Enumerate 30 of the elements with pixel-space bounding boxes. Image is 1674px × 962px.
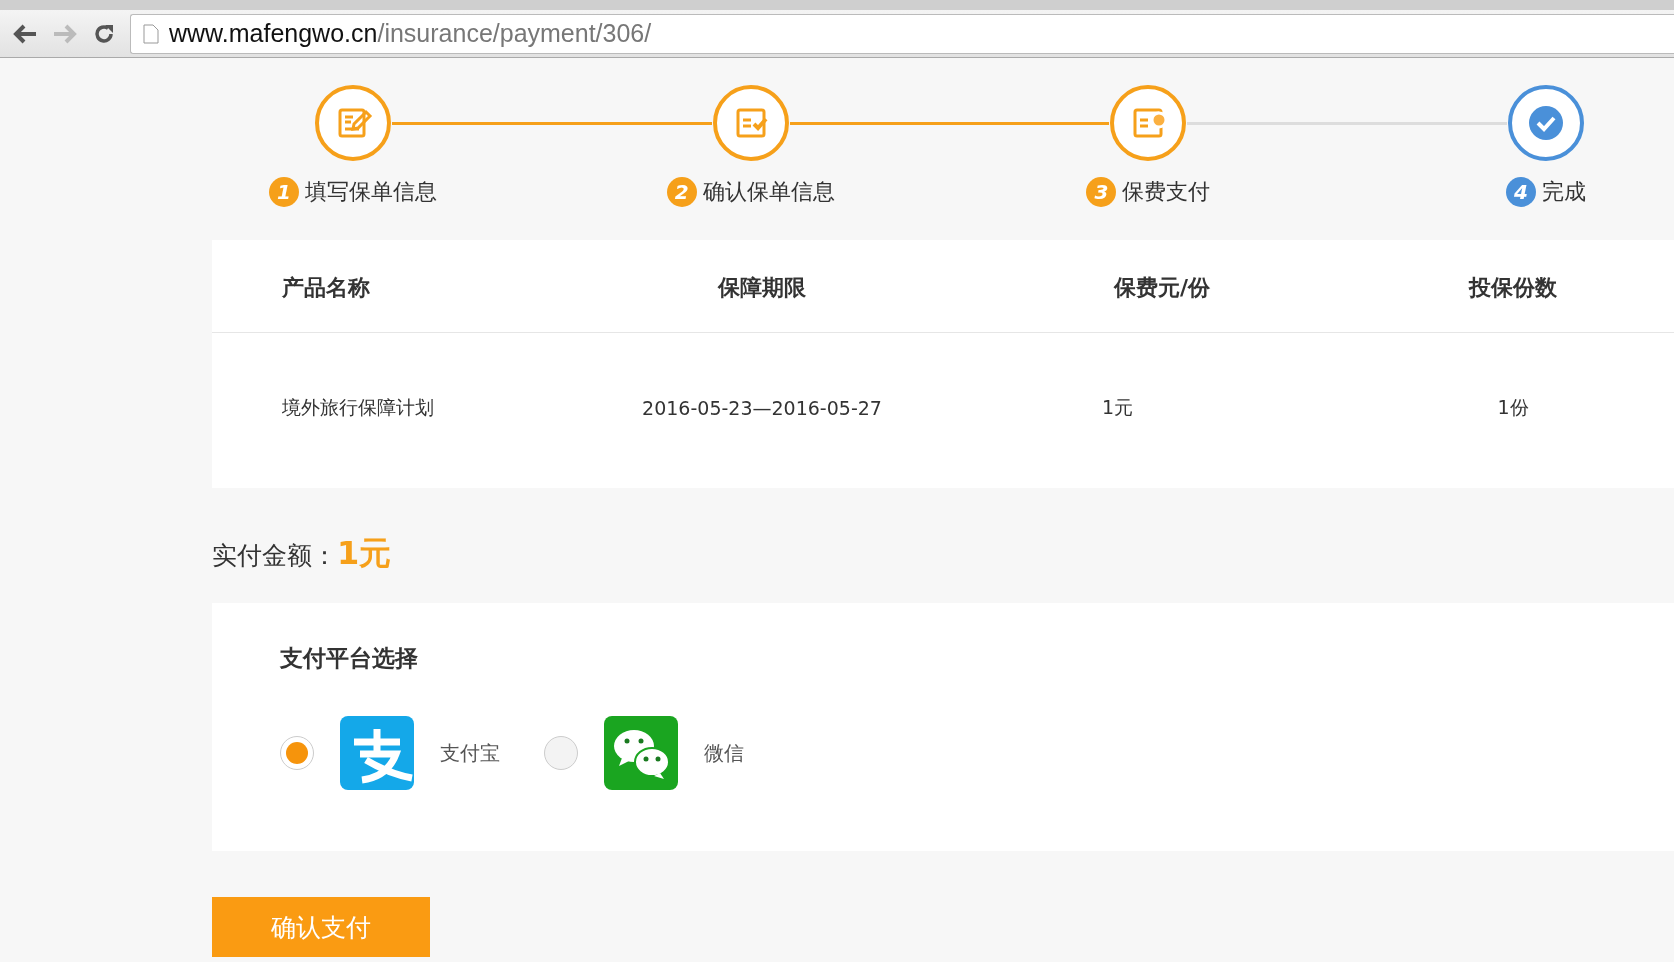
column-header: 投保份数 [1467,274,1558,302]
address-bar[interactable]: www.mafengwo.cn/insurance/payment/306/ [130,13,1674,54]
table-cell-text: 2016-05-23—2016-05-27 [641,397,883,419]
table-cell-text: 1份 [1496,395,1530,420]
column-header: 保费元/份 [1112,274,1211,302]
amount-label: 实付金额： [212,540,337,572]
table-cell-text: 1元 [1101,395,1135,420]
step-label: 确认保单信息 [702,178,835,206]
column-header: 产品名称 [281,274,371,302]
page-icon [143,23,159,44]
payment-option-label[interactable]: 微信 [704,739,744,767]
step-number: 4 [1506,177,1536,207]
app-logo-icon[interactable] [340,716,414,790]
payment-title: 支付平台选择 [280,644,419,673]
chat-bubbles-icon[interactable] [604,716,678,790]
table-cell-text: 境外旅行保障计划 [281,395,435,420]
radio-button[interactable] [544,736,578,770]
url-text: www.mafengwo.cn/insurance/payment/306/ [169,19,652,48]
step-label: 填写保单信息 [305,178,437,206]
step-label: 完成 [1542,178,1586,206]
step-number: 2 [666,177,697,207]
forward-icon[interactable] [52,22,78,45]
payment-option-label[interactable]: 支付宝 [440,739,500,767]
radio-button[interactable] [280,736,314,770]
step-number: 1 [269,177,299,207]
back-icon[interactable] [12,22,38,45]
amount-value: 1元 [337,533,392,574]
step-label: 保费支付 [1122,178,1211,206]
step-number: 3 [1086,177,1117,207]
column-header: 保障期限 [716,274,807,302]
